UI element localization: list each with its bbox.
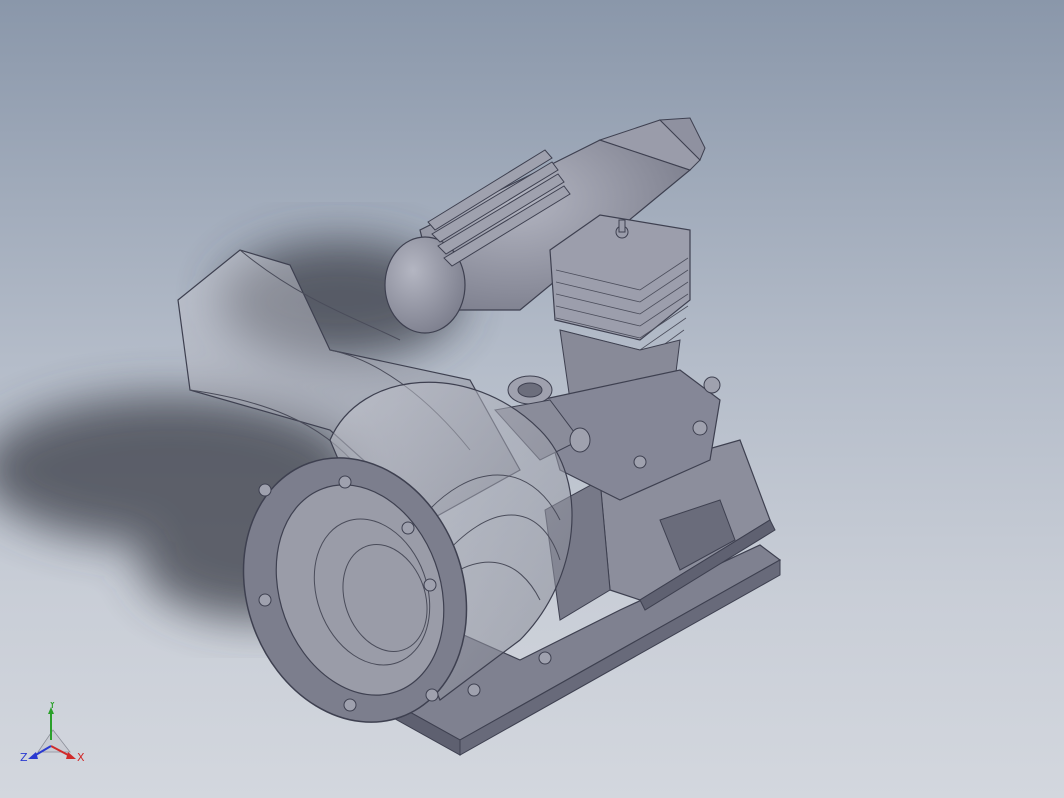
z-axis-arrow (28, 752, 38, 759)
x-axis-arrow (66, 752, 76, 759)
y-axis-label: Y (48, 702, 56, 711)
coordinate-triad: Y X Z (20, 702, 85, 764)
x-axis-label: X (77, 751, 85, 764)
z-axis-label: Z (20, 751, 28, 764)
3d-model-scene[interactable] (0, 0, 1064, 798)
graphics-viewport[interactable]: Y X Z (0, 0, 1064, 798)
